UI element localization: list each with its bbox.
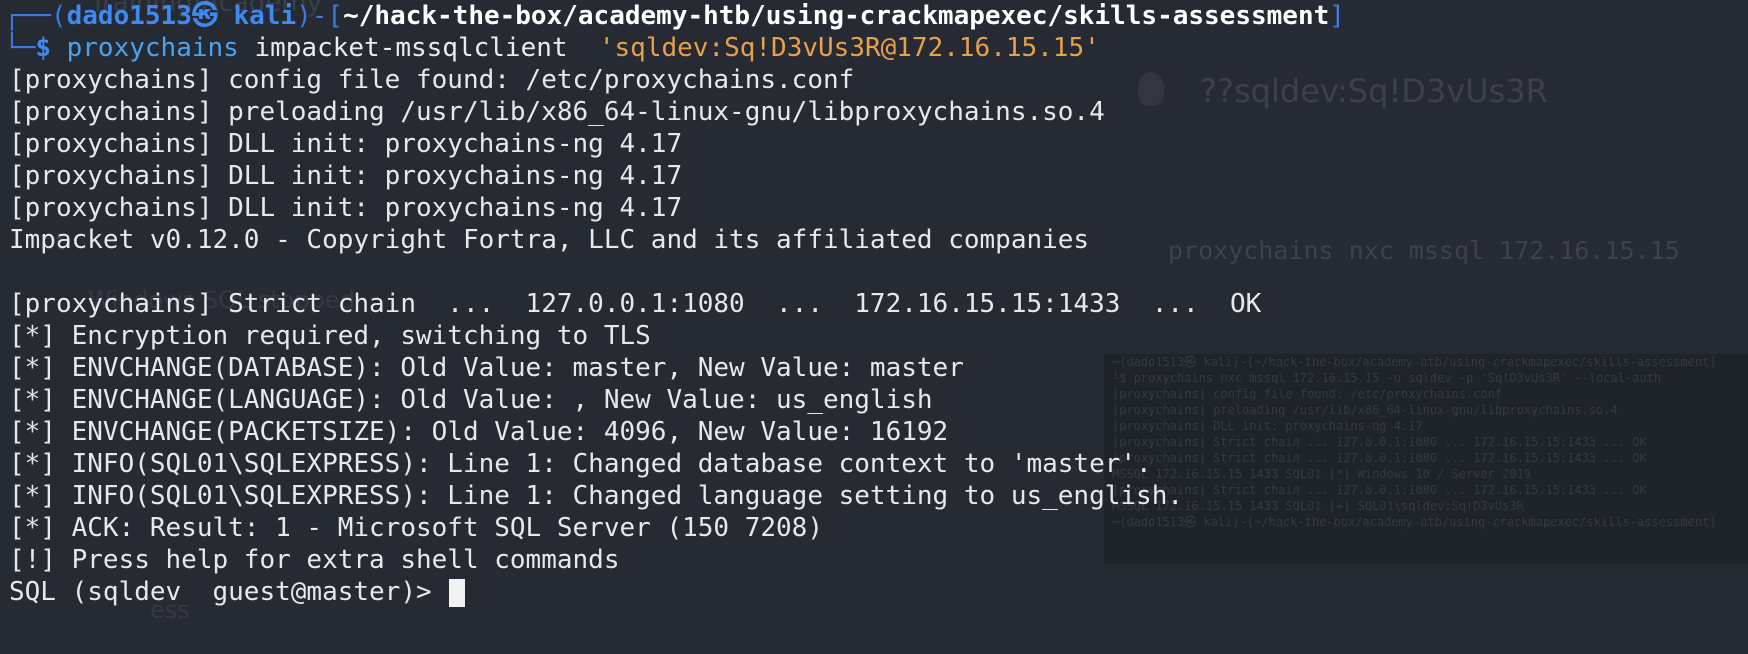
output-line: [*] ENVCHANGE(LANGUAGE): Old Value: , Ne…: [9, 385, 933, 415]
output-line: [!] Press help for extra shell commands: [9, 545, 620, 575]
terminal-output[interactable]: ┌──(dado1513㉿ kali)-[~/hack-the-box/acad…: [0, 0, 1748, 608]
prompt-frame: ]: [1329, 1, 1345, 31]
sql-prompt-line[interactable]: SQL (sqldev guest@master)>: [0, 576, 1748, 608]
output-line: [proxychains] DLL init: proxychains-ng 4…: [9, 129, 683, 159]
prompt-frame: )-[: [296, 1, 344, 31]
command-string-argument: 'sqldev:Sq!D3vUs3R@172.16.15.15': [598, 33, 1100, 63]
sql-prompt: SQL (sqldev guest@master)>: [9, 577, 448, 607]
prompt-frame: ┌──(: [4, 1, 67, 31]
prompt-line-1: ┌──(dado1513㉿ kali)-[~/hack-the-box/acad…: [0, 0, 1748, 32]
command-argument: impacket-mssqlclient: [254, 33, 568, 63]
output-line: [*] INFO(SQL01\SQLEXPRESS): Line 1: Chan…: [9, 449, 1152, 479]
text-cursor[interactable]: [449, 578, 466, 607]
prompt-user: dado1513㉿ kali: [66, 1, 297, 31]
output-line: [proxychains] Strict chain ... 127.0.0.1…: [9, 289, 1262, 319]
command-name: proxychains: [66, 33, 239, 63]
prompt-frame: └─: [4, 33, 36, 63]
prompt-dollar: $: [35, 33, 51, 63]
prompt-path: ~/hack-the-box/academy-htb/using-crackma…: [343, 1, 1330, 31]
output-line: [proxychains] preloading /usr/lib/x86_64…: [9, 97, 1105, 127]
output-line: [*] Encryption required, switching to TL…: [9, 321, 651, 351]
output-line: Impacket v0.12.0 - Copyright Fortra, LLC…: [9, 225, 1090, 255]
output-line: [*] ENVCHANGE(PACKETSIZE): Old Value: 40…: [9, 417, 949, 447]
output-line: [*] ENVCHANGE(DATABASE): Old Value: mast…: [9, 353, 964, 383]
prompt-line-2: └─$ proxychains impacket-mssqlclient 'sq…: [0, 32, 1748, 64]
output-line: [*] INFO(SQL01\SQLEXPRESS): Line 1: Chan…: [9, 481, 1183, 511]
output-line: [*] ACK: Result: 1 - Microsoft SQL Serve…: [9, 513, 823, 543]
output-line: [proxychains] config file found: /etc/pr…: [9, 65, 855, 95]
output-line: [proxychains] DLL init: proxychains-ng 4…: [9, 161, 683, 191]
output-line: [proxychains] DLL init: proxychains-ng 4…: [9, 193, 683, 223]
